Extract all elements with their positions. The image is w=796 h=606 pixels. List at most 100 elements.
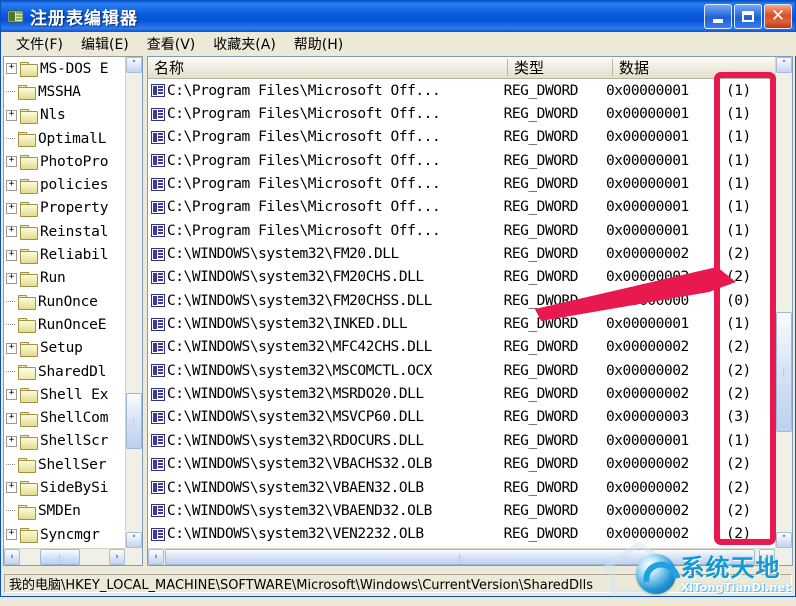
table-row[interactable]: C:\WINDOWS\system32\FM20CHS.DLLREG_DWORD… bbox=[148, 266, 776, 289]
tree-scroll-left-button[interactable]: ‹ bbox=[4, 549, 20, 565]
table-row[interactable]: C:\WINDOWS\system32\VBAEND32.OLBREG_DWOR… bbox=[148, 499, 776, 522]
tree-item[interactable]: MSSHA bbox=[4, 80, 125, 103]
list-horizontal-scroll-thumb[interactable]: ⋮ bbox=[165, 549, 755, 565]
column-header-data[interactable]: 数据 bbox=[613, 57, 792, 78]
cell-value-data-hex: 0x00000001 bbox=[606, 199, 726, 215]
tree-expand-icon[interactable]: + bbox=[6, 250, 17, 261]
tree-scroll-up-button[interactable]: ˄ bbox=[126, 57, 142, 73]
tree-expand-icon[interactable]: + bbox=[6, 482, 17, 493]
tree-expand-icon[interactable]: + bbox=[6, 63, 17, 74]
cell-value-data: 0x00000001(1) bbox=[606, 199, 776, 215]
table-row[interactable]: C:\Program Files\Microsoft Off...REG_DWO… bbox=[148, 172, 776, 195]
list-horizontal-scrollbar[interactable]: ‹ ⋮ › bbox=[148, 548, 775, 565]
tree-expand-icon[interactable]: + bbox=[6, 110, 17, 121]
tree-item[interactable]: +ShellScr bbox=[4, 430, 125, 453]
table-row[interactable]: C:\WINDOWS\system32\INKED.DLLREG_DWORD0x… bbox=[148, 312, 776, 335]
cell-value-name: C:\WINDOWS\system32\MSRDO20.DLL bbox=[167, 386, 504, 402]
tree-vertical-scrollbar[interactable]: ˄ ⋮ ˅ bbox=[125, 57, 142, 548]
tree-item-label: ShellCom bbox=[40, 410, 108, 426]
cell-value-data: 0x00000002(2) bbox=[606, 526, 776, 542]
registry-tree[interactable]: +MS-DOS EMSSHA + Nls OptimalL+PhotoPro+poli… bbox=[4, 57, 125, 548]
table-row[interactable]: C:\WINDOWS\system32\VBAEN32.OLBREG_DWORD… bbox=[148, 476, 776, 499]
table-row[interactable]: C:\Program Files\Microsoft Off...REG_DWO… bbox=[148, 196, 776, 219]
minimize-button[interactable] bbox=[704, 4, 732, 29]
tree-expand-icon[interactable]: + bbox=[6, 273, 17, 284]
cell-value-name: C:\Program Files\Microsoft Off... bbox=[167, 106, 504, 122]
list-scroll-right-button[interactable]: › bbox=[759, 549, 775, 565]
menu-item-favorites[interactable]: 收藏夹(A) bbox=[204, 32, 285, 56]
tree-item[interactable]: SharedDl bbox=[4, 360, 125, 383]
cell-value-type: REG_DWORD bbox=[504, 316, 606, 332]
tree-item[interactable]: +SideBySi bbox=[4, 476, 125, 499]
cell-value-data-hex: 0x00000002 bbox=[606, 363, 726, 379]
cell-value-data-hex: 0x00000001 bbox=[606, 83, 726, 99]
table-row[interactable]: C:\WINDOWS\system32\MSRDO20.DLLREG_DWORD… bbox=[148, 382, 776, 405]
tree-item[interactable]: OptimalL bbox=[4, 127, 125, 150]
tree-item-label: Nls bbox=[40, 107, 66, 123]
list-vertical-scrollbar[interactable]: ˄ ⋮ ˅ bbox=[775, 57, 792, 548]
table-row[interactable]: C:\Program Files\Microsoft Off...REG_DWO… bbox=[148, 149, 776, 172]
tree-item[interactable]: +Property bbox=[4, 197, 125, 220]
tree-item[interactable]: +MS-DOS E bbox=[4, 57, 125, 80]
cell-value-data: 0x00000000(0) bbox=[606, 293, 776, 309]
list-scroll-down-button[interactable]: ˅ bbox=[776, 532, 792, 548]
table-row[interactable]: C:\WINDOWS\system32\RDOCURS.DLLREG_DWORD… bbox=[148, 429, 776, 452]
dword-value-icon bbox=[151, 504, 165, 517]
tree-item[interactable]: +Reliabil bbox=[4, 243, 125, 266]
tree-expand-icon[interactable]: + bbox=[6, 343, 17, 354]
tree-item[interactable]: + ShellCom bbox=[4, 406, 125, 429]
menu-item-view[interactable]: 查看(V) bbox=[138, 32, 205, 56]
table-row[interactable]: C:\WINDOWS\system32\FM20.DLLREG_DWORD0x0… bbox=[148, 242, 776, 265]
tree-scroll-down-button[interactable]: ˅ bbox=[126, 532, 142, 548]
tree-item[interactable]: +Setup bbox=[4, 337, 125, 360]
tree-expand-icon[interactable]: + bbox=[6, 389, 17, 400]
tree-item[interactable]: RunOnceE bbox=[4, 313, 125, 336]
tree-item[interactable]: +policies bbox=[4, 173, 125, 196]
tree-scroll-right-button[interactable]: › bbox=[109, 549, 125, 565]
tree-item[interactable]: SMDEn bbox=[4, 500, 125, 523]
cell-value-data-hex: 0x00000001 bbox=[606, 129, 726, 145]
table-row[interactable]: C:\Program Files\Microsoft Off...REG_DWO… bbox=[148, 126, 776, 149]
list-scroll-left-button[interactable]: ‹ bbox=[148, 549, 164, 565]
menu-item-help[interactable]: 帮助(H) bbox=[285, 32, 352, 56]
column-header-name[interactable]: 名称 bbox=[148, 57, 508, 78]
tree-expand-icon[interactable]: + bbox=[6, 203, 17, 214]
list-scroll-up-button[interactable]: ˄ bbox=[776, 57, 792, 73]
tree-item[interactable]: + Nls bbox=[4, 104, 125, 127]
table-row[interactable]: C:\Program Files\Microsoft Off...REG_DWO… bbox=[148, 79, 776, 102]
tree-horizontal-scroll-thumb[interactable]: ⋮ bbox=[40, 549, 80, 565]
tree-item[interactable]: +Syncmgr bbox=[4, 523, 125, 546]
maximize-button[interactable] bbox=[734, 4, 762, 29]
table-row[interactable]: C:\WINDOWS\system32\MSCOMCTL.OCXREG_DWOR… bbox=[148, 359, 776, 382]
list-vertical-scroll-thumb[interactable]: ⋮ bbox=[776, 312, 792, 432]
tree-expand-icon[interactable]: + bbox=[6, 180, 17, 191]
tree-expand-icon[interactable]: + bbox=[6, 529, 17, 540]
table-row[interactable]: C:\Program Files\Microsoft Off...REG_DWO… bbox=[148, 219, 776, 242]
close-button[interactable]: ✕ bbox=[764, 4, 792, 29]
table-row[interactable]: C:\WINDOWS\system32\VBACHS32.OLBREG_DWOR… bbox=[148, 453, 776, 476]
tree-item[interactable]: +PhotoPro bbox=[4, 150, 125, 173]
table-row[interactable]: C:\Program Files\Microsoft Off...REG_DWO… bbox=[148, 102, 776, 125]
folder-icon bbox=[20, 388, 36, 401]
table-row[interactable]: C:\WINDOWS\system32\FM20CHSS.DLLREG_DWOR… bbox=[148, 289, 776, 312]
tree-item[interactable]: ShellSer bbox=[4, 453, 125, 476]
column-header-type[interactable]: 类型 bbox=[508, 57, 613, 78]
tree-item[interactable]: +Shell Ex bbox=[4, 383, 125, 406]
tree-item-label: SMDEn bbox=[38, 503, 81, 519]
tree-expand-icon[interactable]: + bbox=[6, 436, 17, 447]
menu-item-edit[interactable]: 编辑(E) bbox=[72, 32, 138, 56]
tree-item[interactable]: RunOnce bbox=[4, 290, 125, 313]
tree-item[interactable]: +Reinstal bbox=[4, 220, 125, 243]
table-row[interactable]: C:\WINDOWS\system32\MSVCP60.DLLREG_DWORD… bbox=[148, 406, 776, 429]
table-row[interactable]: C:\WINDOWS\system32\VEN2232.OLBREG_DWORD… bbox=[148, 523, 776, 546]
tree-vertical-scroll-thumb[interactable]: ⋮ bbox=[126, 393, 142, 449]
tree-item[interactable]: +Run bbox=[4, 267, 125, 290]
menu-item-file[interactable]: 文件(F) bbox=[7, 32, 72, 56]
table-row[interactable]: C:\WINDOWS\system32\MFC42CHS.DLLREG_DWOR… bbox=[148, 336, 776, 359]
tree-horizontal-scrollbar[interactable]: ‹ ⋮ › bbox=[4, 548, 125, 565]
tree-expand-icon[interactable]: + bbox=[6, 226, 17, 237]
registry-values-list[interactable]: C:\Program Files\Microsoft Off... REG_DWO… bbox=[148, 79, 776, 548]
cell-value-data-decimal: (1) bbox=[726, 433, 776, 449]
tree-expand-icon[interactable]: + bbox=[6, 156, 17, 167]
tree-expand-icon[interactable]: + bbox=[6, 413, 17, 424]
